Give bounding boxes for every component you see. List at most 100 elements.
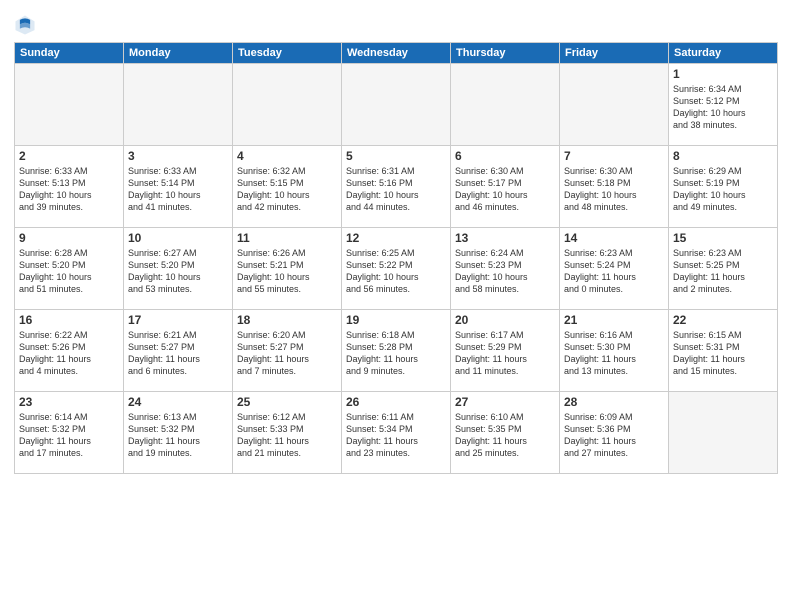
calendar-cell: 2Sunrise: 6:33 AM Sunset: 5:13 PM Daylig… [15, 146, 124, 228]
day-info: Sunrise: 6:20 AM Sunset: 5:27 PM Dayligh… [237, 329, 337, 378]
day-number: 25 [237, 395, 337, 409]
calendar-cell: 26 Sunrise: 6:11 AM Sunset: 5:34 PM Dayli… [342, 392, 451, 474]
weekday-header-row: SundayMondayTuesdayWednesdayThursdayFrid… [15, 43, 778, 64]
day-number: 20 [455, 313, 555, 327]
day-number: 19 [346, 313, 446, 327]
day-number: 21 [564, 313, 664, 327]
day-info: Sunrise: 6:23 AM Sunset: 5:25 PM Dayligh… [673, 247, 773, 296]
day-info: Sunrise: 6:14 AM Sunset: 5:32 PM Dayligh… [19, 411, 119, 460]
day-info: Sunrise: 6:31 AM Sunset: 5:16 PM Dayligh… [346, 165, 446, 214]
calendar-cell [669, 392, 778, 474]
day-info: Sunrise: 6:12 AM Sunset: 5:33 PM Dayligh… [237, 411, 337, 460]
day-number: 22 [673, 313, 773, 327]
calendar-cell: 15 Sunrise: 6:23 AM Sunset: 5:25 PM Dayli… [669, 228, 778, 310]
week-row-1: 1 Sunrise: 6:34 AM Sunset: 5:12 PM Daylig… [15, 64, 778, 146]
header [14, 10, 778, 36]
calendar-cell: 10 Sunrise: 6:27 AM Sunset: 5:20 PM Dayli… [124, 228, 233, 310]
day-number: 7 [564, 149, 664, 163]
calendar-cell: 3 Sunrise: 6:33 AM Sunset: 5:14 PM Daylig… [124, 146, 233, 228]
calendar-cell [124, 64, 233, 146]
calendar-cell: 27 Sunrise: 6:10 AM Sunset: 5:35 PM Dayli… [451, 392, 560, 474]
day-info: Sunrise: 6:32 AM Sunset: 5:15 PM Dayligh… [237, 165, 337, 214]
calendar-cell: 11 Sunrise: 6:26 AM Sunset: 5:21 PM Dayli… [233, 228, 342, 310]
day-info: Sunrise: 6:09 AM Sunset: 5:36 PM Dayligh… [564, 411, 664, 460]
weekday-header-sunday: Sunday [15, 43, 124, 64]
day-info: Sunrise: 6:29 AM Sunset: 5:19 PM Dayligh… [673, 165, 773, 214]
day-number: 11 [237, 231, 337, 245]
calendar-cell: 12Sunrise: 6:25 AM Sunset: 5:22 PM Dayli… [342, 228, 451, 310]
day-info: Sunrise: 6:26 AM Sunset: 5:21 PM Dayligh… [237, 247, 337, 296]
calendar-cell: 20 Sunrise: 6:17 AM Sunset: 5:29 PM Dayli… [451, 310, 560, 392]
week-row-5: 23 Sunrise: 6:14 AM Sunset: 5:32 PM Dayli… [15, 392, 778, 474]
calendar-cell [451, 64, 560, 146]
day-info: Sunrise: 6:23 AM Sunset: 5:24 PM Dayligh… [564, 247, 664, 296]
day-info: Sunrise: 6:10 AM Sunset: 5:35 PM Dayligh… [455, 411, 555, 460]
calendar-cell: 22 Sunrise: 6:15 AM Sunset: 5:31 PM Dayli… [669, 310, 778, 392]
calendar-cell: 13 Sunrise: 6:24 AM Sunset: 5:23 PM Dayli… [451, 228, 560, 310]
weekday-header-monday: Monday [124, 43, 233, 64]
day-number: 18 [237, 313, 337, 327]
calendar-cell: 17 Sunrise: 6:21 AM Sunset: 5:27 PM Dayli… [124, 310, 233, 392]
calendar-cell [560, 64, 669, 146]
calendar-cell: 21 Sunrise: 6:16 AM Sunset: 5:30 PM Dayli… [560, 310, 669, 392]
calendar-cell: 4 Sunrise: 6:32 AM Sunset: 5:15 PM Daylig… [233, 146, 342, 228]
day-number: 26 [346, 395, 446, 409]
calendar-cell: 8Sunrise: 6:29 AM Sunset: 5:19 PM Daylig… [669, 146, 778, 228]
day-number: 3 [128, 149, 228, 163]
day-number: 4 [237, 149, 337, 163]
calendar-cell [342, 64, 451, 146]
day-info: Sunrise: 6:28 AM Sunset: 5:20 PM Dayligh… [19, 247, 119, 296]
calendar-container: SundayMondayTuesdayWednesdayThursdayFrid… [0, 0, 792, 612]
day-info: Sunrise: 6:22 AM Sunset: 5:26 PM Dayligh… [19, 329, 119, 378]
day-number: 23 [19, 395, 119, 409]
day-number: 24 [128, 395, 228, 409]
day-number: 16 [19, 313, 119, 327]
day-number: 14 [564, 231, 664, 245]
day-number: 10 [128, 231, 228, 245]
calendar-cell: 25 Sunrise: 6:12 AM Sunset: 5:33 PM Dayli… [233, 392, 342, 474]
day-info: Sunrise: 6:30 AM Sunset: 5:18 PM Dayligh… [564, 165, 664, 214]
day-info: Sunrise: 6:16 AM Sunset: 5:30 PM Dayligh… [564, 329, 664, 378]
week-row-4: 16 Sunrise: 6:22 AM Sunset: 5:26 PM Dayli… [15, 310, 778, 392]
day-number: 9 [19, 231, 119, 245]
day-info: Sunrise: 6:21 AM Sunset: 5:27 PM Dayligh… [128, 329, 228, 378]
calendar-cell: 5 Sunrise: 6:31 AM Sunset: 5:16 PM Daylig… [342, 146, 451, 228]
calendar-cell: 1 Sunrise: 6:34 AM Sunset: 5:12 PM Daylig… [669, 64, 778, 146]
calendar-cell: 28Sunrise: 6:09 AM Sunset: 5:36 PM Dayli… [560, 392, 669, 474]
day-number: 6 [455, 149, 555, 163]
day-number: 2 [19, 149, 119, 163]
day-info: Sunrise: 6:33 AM Sunset: 5:14 PM Dayligh… [128, 165, 228, 214]
calendar-cell [15, 64, 124, 146]
calendar-cell: 9 Sunrise: 6:28 AM Sunset: 5:20 PM Daylig… [15, 228, 124, 310]
day-number: 1 [673, 67, 773, 81]
weekday-header-wednesday: Wednesday [342, 43, 451, 64]
day-info: Sunrise: 6:13 AM Sunset: 5:32 PM Dayligh… [128, 411, 228, 460]
day-info: Sunrise: 6:34 AM Sunset: 5:12 PM Dayligh… [673, 83, 773, 132]
day-info: Sunrise: 6:15 AM Sunset: 5:31 PM Dayligh… [673, 329, 773, 378]
weekday-header-tuesday: Tuesday [233, 43, 342, 64]
weekday-header-friday: Friday [560, 43, 669, 64]
logo-icon [14, 14, 36, 36]
day-info: Sunrise: 6:11 AM Sunset: 5:34 PM Dayligh… [346, 411, 446, 460]
calendar-cell: 14 Sunrise: 6:23 AM Sunset: 5:24 PM Dayli… [560, 228, 669, 310]
calendar-cell: 7 Sunrise: 6:30 AM Sunset: 5:18 PM Daylig… [560, 146, 669, 228]
day-info: Sunrise: 6:30 AM Sunset: 5:17 PM Dayligh… [455, 165, 555, 214]
day-number: 5 [346, 149, 446, 163]
weekday-header-saturday: Saturday [669, 43, 778, 64]
calendar-table: SundayMondayTuesdayWednesdayThursdayFrid… [14, 42, 778, 474]
day-number: 17 [128, 313, 228, 327]
day-info: Sunrise: 6:24 AM Sunset: 5:23 PM Dayligh… [455, 247, 555, 296]
day-number: 15 [673, 231, 773, 245]
calendar-cell [233, 64, 342, 146]
calendar-cell: 6 Sunrise: 6:30 AM Sunset: 5:17 PM Daylig… [451, 146, 560, 228]
day-info: Sunrise: 6:25 AM Sunset: 5:22 PM Dayligh… [346, 247, 446, 296]
day-info: Sunrise: 6:27 AM Sunset: 5:20 PM Dayligh… [128, 247, 228, 296]
day-number: 13 [455, 231, 555, 245]
day-info: Sunrise: 6:18 AM Sunset: 5:28 PM Dayligh… [346, 329, 446, 378]
day-info: Sunrise: 6:17 AM Sunset: 5:29 PM Dayligh… [455, 329, 555, 378]
day-number: 27 [455, 395, 555, 409]
calendar-cell: 18 Sunrise: 6:20 AM Sunset: 5:27 PM Dayli… [233, 310, 342, 392]
week-row-3: 9 Sunrise: 6:28 AM Sunset: 5:20 PM Daylig… [15, 228, 778, 310]
calendar-cell: 16 Sunrise: 6:22 AM Sunset: 5:26 PM Dayli… [15, 310, 124, 392]
calendar-cell: 24 Sunrise: 6:13 AM Sunset: 5:32 PM Dayli… [124, 392, 233, 474]
